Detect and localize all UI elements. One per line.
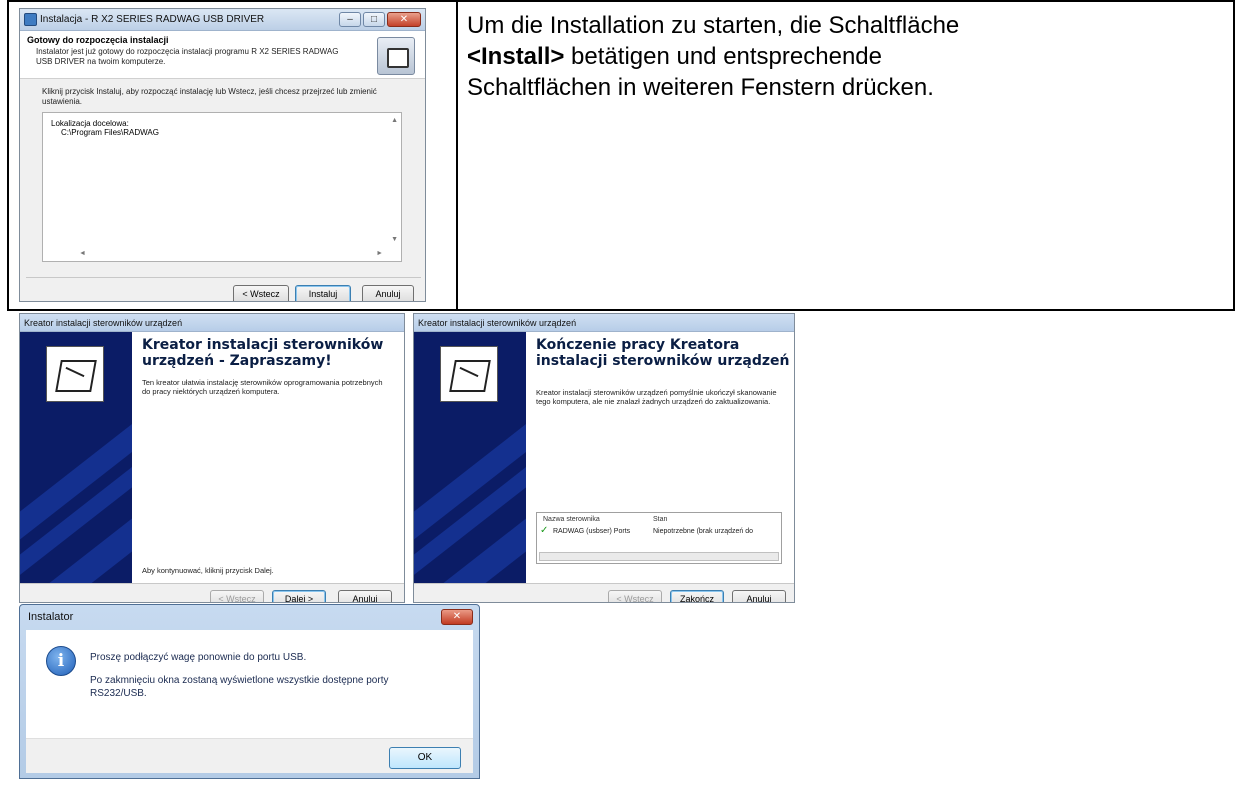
- setup-header: Gotowy do rozpoczęcia instalacji Instala…: [20, 31, 425, 79]
- instruction-text: Um die Installation zu starten, die Scha…: [467, 10, 1167, 103]
- installer-dialog-title: Instalator: [28, 611, 74, 623]
- installer-message-2: Po zakmnięciu okna zostaną wyświetlone w…: [90, 675, 389, 699]
- setup-computer-icon: [377, 37, 415, 75]
- wizard-finish-button[interactable]: Zakończ: [670, 590, 724, 602]
- driver-wizard-welcome: Kreator instalacji sterowników urządzeń …: [19, 313, 405, 603]
- driver-status-cell: Niepotrzebne (brak urządzeń do: [653, 528, 754, 535]
- wizard-finish-footer: < Wstecz Zakończ Anuluj: [414, 583, 794, 602]
- setup-window-title: Instalacja - R X2 SERIES RADWAG USB DRIV…: [40, 14, 265, 25]
- wizard-welcome-back-button[interactable]: < Wstecz: [210, 590, 264, 602]
- scroll-right-icon[interactable]: ►: [376, 250, 383, 257]
- wizard-continue-text: Aby kontynuować, kliknij przycisk Dalej.: [142, 566, 274, 575]
- horizontal-scrollbar[interactable]: [539, 552, 779, 561]
- close-icon[interactable]: ✕: [387, 12, 421, 27]
- wizard-welcome-content: Kreator instalacji sterowników urządzeń …: [132, 332, 404, 583]
- status-column-header: Stan: [653, 516, 668, 523]
- install-tag: <Install>: [467, 43, 565, 70]
- minimize-icon[interactable]: –: [339, 12, 361, 27]
- setup-install-button[interactable]: Instaluj: [295, 285, 351, 301]
- close-icon[interactable]: ✕: [441, 609, 473, 625]
- instruction-line-1: Um die Installation zu starten, die Scha…: [467, 12, 960, 39]
- wizard-side-banner: [20, 332, 132, 583]
- driver-name-cell: RADWAG (usbser) Ports: [553, 528, 631, 535]
- scroll-up-icon[interactable]: ▲: [391, 117, 398, 124]
- wizard-finish-cancel-button[interactable]: Anuluj: [732, 590, 786, 602]
- setup-app-icon: [24, 13, 37, 26]
- installer-dialog: Instalator ✕ i Proszę podłączyć wagę pon…: [19, 604, 480, 779]
- setup-header-title: Gotowy do rozpoczęcia instalacji: [27, 35, 169, 45]
- scroll-left-icon[interactable]: ◄: [79, 250, 86, 257]
- maximize-icon[interactable]: □: [363, 12, 385, 27]
- table-divider: [456, 2, 458, 309]
- setup-window: Instalacja - R X2 SERIES RADWAG USB DRIV…: [19, 8, 426, 302]
- wizard-next-button[interactable]: Dalej >: [272, 590, 326, 602]
- installer-dialog-footer: OK: [26, 738, 473, 773]
- window-controls: – □ ✕: [339, 12, 421, 27]
- wizard-welcome-text: Ten kreator ułatwia instalację sterownik…: [142, 378, 383, 396]
- setup-body-text: Kliknij przycisk Instaluj, aby rozpocząć…: [42, 87, 377, 106]
- wizard-finish-heading: Kończenie pracy Kreatora instalacji ster…: [536, 337, 790, 369]
- instruction-line-3: Schaltflächen in weiteren Fenstern drück…: [467, 74, 934, 101]
- driver-list[interactable]: Nazwa sterownika Stan ✓ RADWAG (usbser) …: [536, 512, 782, 564]
- driver-wizard-finish: Kreator instalacji sterowników urządzeń …: [413, 313, 795, 603]
- memo-label: Lokalizacja docelowa:: [51, 119, 129, 128]
- wizard-welcome-footer: < Wstecz Dalej > Anuluj: [20, 583, 404, 602]
- info-icon: i: [46, 646, 76, 676]
- setup-header-subtitle: Instalator jest już gotowy do rozpoczęci…: [36, 47, 339, 66]
- instruction-line-2: betätigen und entsprechende: [564, 43, 882, 70]
- memo-value: C:\Program Files\RADWAG: [61, 128, 159, 137]
- driver-install-icon: [440, 346, 498, 402]
- installer-dialog-body: i Proszę podłączyć wagę ponownie do port…: [26, 630, 473, 773]
- driver-install-icon: [46, 346, 104, 402]
- setup-titlebar: Instalacja - R X2 SERIES RADWAG USB DRIV…: [20, 9, 425, 31]
- setup-memo[interactable]: Lokalizacja docelowa: C:\Program Files\R…: [42, 112, 402, 262]
- setup-cancel-button[interactable]: Anuluj: [362, 285, 414, 301]
- wizard-welcome-cancel-button[interactable]: Anuluj: [338, 590, 392, 602]
- setup-separator: [26, 277, 421, 278]
- wizard-finish-content: Kończenie pracy Kreatora instalacji ster…: [526, 332, 794, 583]
- ok-button[interactable]: OK: [389, 747, 461, 769]
- wizard-welcome-titlebar: Kreator instalacji sterowników urządzeń: [20, 314, 404, 332]
- driver-column-header: Nazwa sterownika: [543, 516, 600, 523]
- wizard-finish-text: Kreator instalacji sterowników urządzeń …: [536, 388, 777, 406]
- wizard-welcome-heading: Kreator instalacji sterowników urządzeń …: [142, 337, 384, 369]
- wizard-finish-titlebar: Kreator instalacji sterowników urządzeń: [414, 314, 794, 332]
- scroll-down-icon[interactable]: ▼: [391, 236, 398, 243]
- check-icon: ✓: [540, 525, 549, 536]
- wizard-finish-back-button[interactable]: < Wstecz: [608, 590, 662, 602]
- installer-message-1: Proszę podłączyć wagę ponownie do portu …: [90, 652, 307, 663]
- setup-back-button[interactable]: < Wstecz: [233, 285, 289, 301]
- wizard-finish-side-banner: [414, 332, 526, 583]
